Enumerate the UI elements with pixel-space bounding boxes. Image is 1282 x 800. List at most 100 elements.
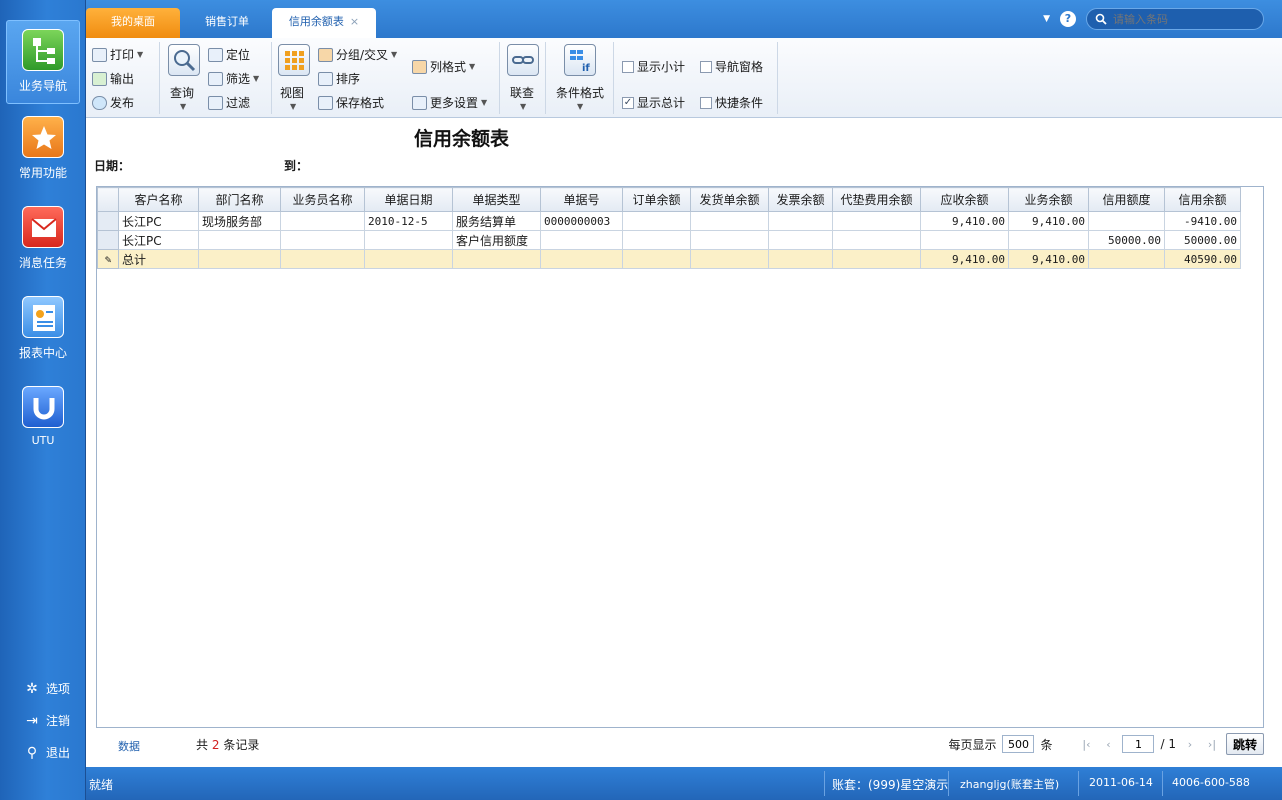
table-cell[interactable]: 客户信用额度 — [452, 230, 541, 250]
last-page-icon[interactable]: ›| — [1204, 738, 1220, 751]
table-cell[interactable]: 9,410.00 — [920, 211, 1009, 231]
column-header[interactable]: 业务余额 — [1008, 187, 1089, 212]
column-header[interactable]: 订单余额 — [622, 187, 691, 212]
nav-utu[interactable]: UTU — [6, 378, 80, 462]
table-cell[interactable] — [540, 230, 623, 250]
locate-button[interactable]: 定位 — [208, 46, 250, 63]
column-header[interactable]: 客户名称 — [118, 187, 199, 212]
dropdown-icon[interactable]: ▼ — [1043, 14, 1050, 24]
table-cell[interactable] — [622, 230, 691, 250]
table-cell[interactable]: 长江PC — [118, 230, 199, 250]
table-cell[interactable]: 9,410.00 — [1008, 211, 1089, 231]
table-row[interactable]: 长江PC 客户信用额度 50000.00 50000.00 — [97, 230, 1241, 250]
logout-button[interactable]: ⇥ 注销 — [24, 712, 70, 729]
tab-sales-order[interactable]: 销售订单 — [182, 8, 272, 38]
column-header[interactable]: 业务员名称 — [280, 187, 365, 212]
export-button[interactable]: 输出 — [92, 70, 134, 87]
row-selector[interactable] — [97, 230, 119, 250]
table-cell[interactable] — [280, 211, 365, 231]
help-icon[interactable]: ? — [1060, 11, 1076, 27]
column-header[interactable]: 信用额度 — [1088, 187, 1165, 212]
print-button[interactable]: 打印 ▼ — [92, 46, 143, 63]
table-cell[interactable] — [690, 211, 769, 231]
table-cell[interactable]: 服务结算单 — [452, 211, 541, 231]
table-cell[interactable] — [198, 249, 281, 269]
table-cell[interactable] — [768, 230, 833, 250]
tab-credit-balance[interactable]: 信用余额表 × — [272, 8, 376, 38]
table-cell[interactable]: 9,410.00 — [920, 249, 1009, 269]
next-page-icon[interactable]: › — [1182, 738, 1198, 751]
row-selector[interactable]: ✎ — [97, 249, 119, 269]
link-query-button[interactable]: 联查 — [510, 84, 534, 101]
table-cell[interactable] — [832, 230, 921, 250]
table-cell[interactable]: 40590.00 — [1164, 249, 1241, 269]
table-cell[interactable] — [1088, 211, 1165, 231]
report-grid[interactable]: 客户名称 部门名称 业务员名称 单据日期 单据类型 单据号 订单余额 发货单余额 发票余额 代垫费… — [96, 186, 1264, 728]
column-header[interactable]: 发票余额 — [768, 187, 833, 212]
page-input[interactable] — [1122, 735, 1155, 753]
per-page-input[interactable] — [1002, 735, 1035, 753]
table-cell[interactable] — [198, 230, 281, 250]
nav-messages[interactable]: 消息任务 — [6, 198, 80, 282]
filter-button[interactable]: 筛选 ▼ — [208, 70, 259, 87]
column-header[interactable]: 代垫费用余额 — [832, 187, 921, 212]
table-cell[interactable] — [690, 249, 769, 269]
table-cell[interactable] — [832, 211, 921, 231]
table-cell[interactable] — [622, 249, 691, 269]
table-cell[interactable] — [1008, 230, 1089, 250]
total-row[interactable]: ✎ 总计 9,410.00 9,410.00 40590.00 — [97, 249, 1241, 269]
jump-button[interactable]: 跳转 — [1225, 733, 1264, 755]
grid-corner[interactable] — [97, 187, 119, 212]
nav-favorites[interactable]: 常用功能 — [6, 108, 80, 192]
nav-business[interactable]: 业务导航 — [6, 20, 80, 104]
view-button[interactable]: 视图 — [280, 84, 304, 101]
column-header[interactable]: 单据日期 — [364, 187, 453, 212]
table-cell[interactable]: 50000.00 — [1088, 230, 1165, 250]
tab-my-desktop[interactable]: 我的桌面 — [86, 8, 180, 38]
nav-pane-checkbox[interactable]: 导航窗格 — [700, 58, 763, 75]
options-button[interactable]: ✲ 选项 — [24, 680, 70, 697]
table-cell[interactable]: 长江PC — [118, 211, 199, 231]
table-cell[interactable] — [364, 249, 453, 269]
row-selector[interactable] — [97, 211, 119, 231]
table-cell[interactable] — [768, 211, 833, 231]
column-header[interactable]: 信用余额 — [1164, 187, 1241, 212]
table-cell[interactable]: 9,410.00 — [1008, 249, 1089, 269]
column-header[interactable]: 发货单余额 — [690, 187, 769, 212]
nav-reports[interactable]: 报表中心 — [6, 288, 80, 372]
column-header[interactable]: 单据号 — [540, 187, 623, 212]
cond-format-button[interactable]: 条件格式 — [556, 84, 604, 101]
table-cell[interactable] — [1088, 249, 1165, 269]
table-cell[interactable]: -9410.00 — [1164, 211, 1241, 231]
barcode-search-input[interactable] — [1113, 12, 1253, 26]
table-cell[interactable] — [364, 230, 453, 250]
table-cell[interactable]: 50000.00 — [1164, 230, 1241, 250]
save-format-button[interactable]: 保存格式 — [318, 94, 384, 111]
column-format-button[interactable]: 列格式 ▼ — [412, 58, 475, 75]
table-cell[interactable] — [452, 249, 541, 269]
table-cell[interactable] — [768, 249, 833, 269]
query-button[interactable]: 查询 — [170, 84, 194, 101]
table-cell[interactable] — [622, 211, 691, 231]
table-cell[interactable] — [832, 249, 921, 269]
column-header[interactable]: 单据类型 — [452, 187, 541, 212]
show-subtotal-checkbox[interactable]: 显示小计 — [622, 58, 685, 75]
table-cell[interactable] — [690, 230, 769, 250]
table-row[interactable]: 长江PC 现场服务部 2010-12-5 服务结算单 0000000003 9,410.0… — [97, 211, 1241, 231]
table-cell[interactable]: 2010-12-5 — [364, 211, 453, 231]
column-header[interactable]: 部门名称 — [198, 187, 281, 212]
publish-button[interactable]: 发布 — [92, 94, 134, 111]
more-settings-button[interactable]: 更多设置 ▼ — [412, 94, 487, 111]
show-total-checkbox[interactable]: ✓ 显示总计 — [622, 94, 685, 111]
prev-page-icon[interactable]: ‹ — [1100, 738, 1116, 751]
table-cell[interactable] — [540, 249, 623, 269]
exit-button[interactable]: ⚲ 退出 — [24, 744, 70, 761]
column-header[interactable]: 应收余额 — [920, 187, 1009, 212]
sort-button[interactable]: 排序 — [318, 70, 360, 87]
close-icon[interactable]: × — [350, 15, 359, 28]
filter2-button[interactable]: 过滤 — [208, 94, 250, 111]
table-cell[interactable]: 现场服务部 — [198, 211, 281, 231]
table-cell[interactable]: 总计 — [118, 249, 199, 269]
first-page-icon[interactable]: |‹ — [1078, 738, 1094, 751]
table-cell[interactable] — [920, 230, 1009, 250]
